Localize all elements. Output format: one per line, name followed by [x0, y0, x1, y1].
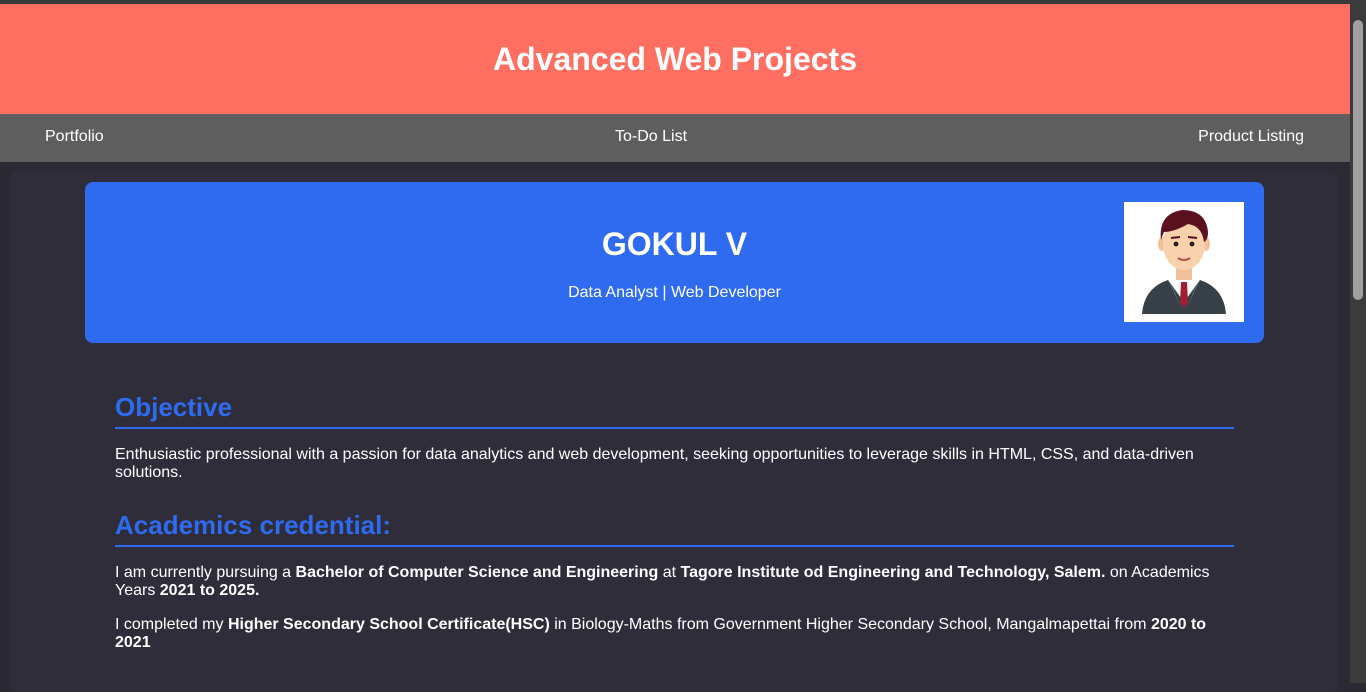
academics-text: at — [658, 564, 681, 581]
academics-heading: Academics credential: — [115, 510, 1234, 547]
academics-text: in Biology-Maths from Government Higher … — [549, 616, 1151, 633]
profile-role: Data Analyst | Web Developer — [568, 284, 781, 301]
nav-link-todo-list[interactable]: To-Do List — [615, 114, 687, 160]
objective-heading: Objective — [115, 392, 1234, 429]
nav-link-product-listing[interactable]: Product Listing — [1198, 114, 1304, 160]
hsc-name: Higher Secondary School Certificate(HSC) — [227, 616, 550, 633]
nav-link-portfolio[interactable]: Portfolio — [45, 114, 104, 160]
scrollbar-thumb[interactable] — [1353, 20, 1363, 300]
academics-paragraph-degree: I am currently pursuing a Bachelor of Co… — [115, 564, 1225, 600]
person-avatar-icon — [1124, 202, 1244, 322]
navbar: Portfolio To-Do List Product Listing — [0, 114, 1350, 162]
site-header: Advanced Web Projects — [0, 4, 1350, 114]
academics-paragraph-hsc: I completed my Higher Secondary School C… — [115, 616, 1225, 652]
objective-text: Enthusiastic professional with a passion… — [115, 446, 1194, 481]
degree-name: Bachelor of Computer Science and Enginee… — [295, 564, 659, 581]
academics-text: I am currently pursuing a — [115, 564, 296, 581]
vertical-scrollbar[interactable] — [1350, 0, 1366, 683]
profile-name: GOKUL V — [601, 226, 748, 262]
degree-years: 2021 to 2025. — [159, 582, 260, 599]
site-title: Advanced Web Projects — [493, 40, 857, 77]
profile-card: GOKUL V Data Analyst | Web Developer — [85, 182, 1264, 343]
academics-text: I completed my — [115, 616, 228, 633]
institution-name: Tagore Institute od Engineering and Tech… — [680, 564, 1106, 581]
